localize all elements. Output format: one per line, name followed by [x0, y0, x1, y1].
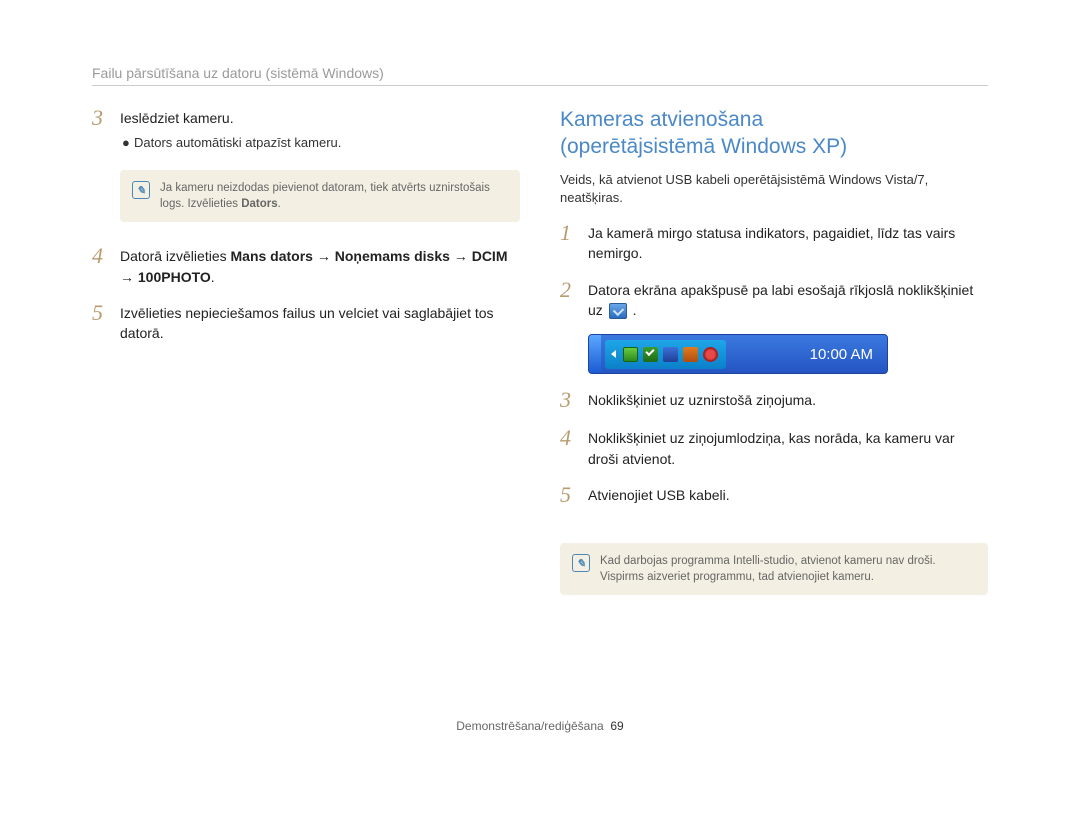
left-column: 3 Ieslēdziet kameru. ● Dators automātisk…: [92, 106, 520, 595]
taskbar-edge: [589, 335, 601, 373]
right-step-1: 1 Ja kamerā mirgo statusa indikators, pa…: [560, 221, 988, 264]
system-tray: [605, 340, 726, 369]
right-step-5: 5 Atvienojiet USB kabeli.: [560, 483, 988, 507]
bullet-dot: ●: [122, 134, 126, 153]
step-number: 1: [560, 221, 578, 264]
page-header: Failu pārsūtīšana uz datoru (sistēmā Win…: [92, 65, 988, 86]
step-text: Noklikšķiniet uz uznirstošā ziņojuma.: [588, 388, 816, 412]
note-box: ✎ Kad darbojas programma Intelli-studio,…: [560, 543, 988, 595]
step-text: Ja kamerā mirgo statusa indikators, paga…: [588, 221, 988, 264]
taskbar-clock: 10:00 AM: [810, 346, 873, 363]
note-text: Ja kameru neizdodas pievienot datoram, t…: [160, 180, 508, 212]
note-icon: ✎: [132, 181, 150, 199]
step-text: Izvēlieties nepieciešamos failus un velc…: [120, 301, 520, 344]
step-number: 4: [92, 244, 110, 287]
left-step-4: 4 Datorā izvēlieties Mans dators → Noņem…: [92, 244, 520, 287]
page-number: 69: [610, 719, 623, 733]
step-number: 3: [92, 106, 110, 156]
step-text: Atvienojiet USB kabeli.: [588, 483, 730, 507]
step-text: Datora ekrāna apakšpusē pa labi esošajā …: [588, 278, 988, 321]
left-step-3: 3 Ieslēdziet kameru. ● Dators automātisk…: [92, 106, 520, 156]
step-text: Noklikšķiniet uz ziņojumlodziņa, kas nor…: [588, 426, 988, 469]
page-footer: Demonstrēšana/rediģēšana 69: [0, 719, 1080, 733]
step-number: 4: [560, 426, 578, 469]
step-number: 2: [560, 278, 578, 321]
right-step-2: 2 Datora ekrāna apakšpusē pa labi esošaj…: [560, 278, 988, 321]
left-step-5: 5 Izvēlieties nepieciešamos failus un ve…: [92, 301, 520, 344]
tray-hardware-icon: [623, 347, 638, 362]
bullet-text: Dators automātiski atpazīst kameru.: [134, 134, 341, 153]
footer-label: Demonstrēšana/rediģēšana: [456, 719, 603, 733]
right-step-3: 3 Noklikšķiniet uz uznirstošā ziņojuma.: [560, 388, 988, 412]
right-step-4: 4 Noklikšķiniet uz ziņojumlodziņa, kas n…: [560, 426, 988, 469]
step-number: 5: [560, 483, 578, 507]
bullet-item: ● Dators automātiski atpazīst kameru.: [122, 134, 341, 153]
section-title: Kameras atvienošana (operētājsistēmā Win…: [560, 106, 988, 161]
right-column: Kameras atvienošana (operētājsistēmā Win…: [560, 106, 988, 595]
section-intro: Veids, kā atvienot USB kabeli operētājsi…: [560, 171, 988, 207]
taskbar-screenshot: 10:00 AM: [588, 334, 888, 374]
step-number: 3: [560, 388, 578, 412]
tray-network-icon: [663, 347, 678, 362]
tray-expand-icon: [611, 350, 616, 358]
tray-shield-icon: [643, 347, 658, 362]
tray-alert-icon: [703, 347, 718, 362]
step-number: 5: [92, 301, 110, 344]
note-box: ✎ Ja kameru neizdodas pievienot datoram,…: [120, 170, 520, 222]
step-text: Datorā izvēlieties Mans dators → Noņemam…: [120, 244, 520, 287]
step-text: Ieslēdziet kameru.: [120, 110, 234, 126]
note-icon: ✎: [572, 554, 590, 572]
safely-remove-icon: [609, 303, 627, 319]
tray-volume-icon: [683, 347, 698, 362]
note-text: Kad darbojas programma Intelli-studio, a…: [600, 553, 976, 585]
